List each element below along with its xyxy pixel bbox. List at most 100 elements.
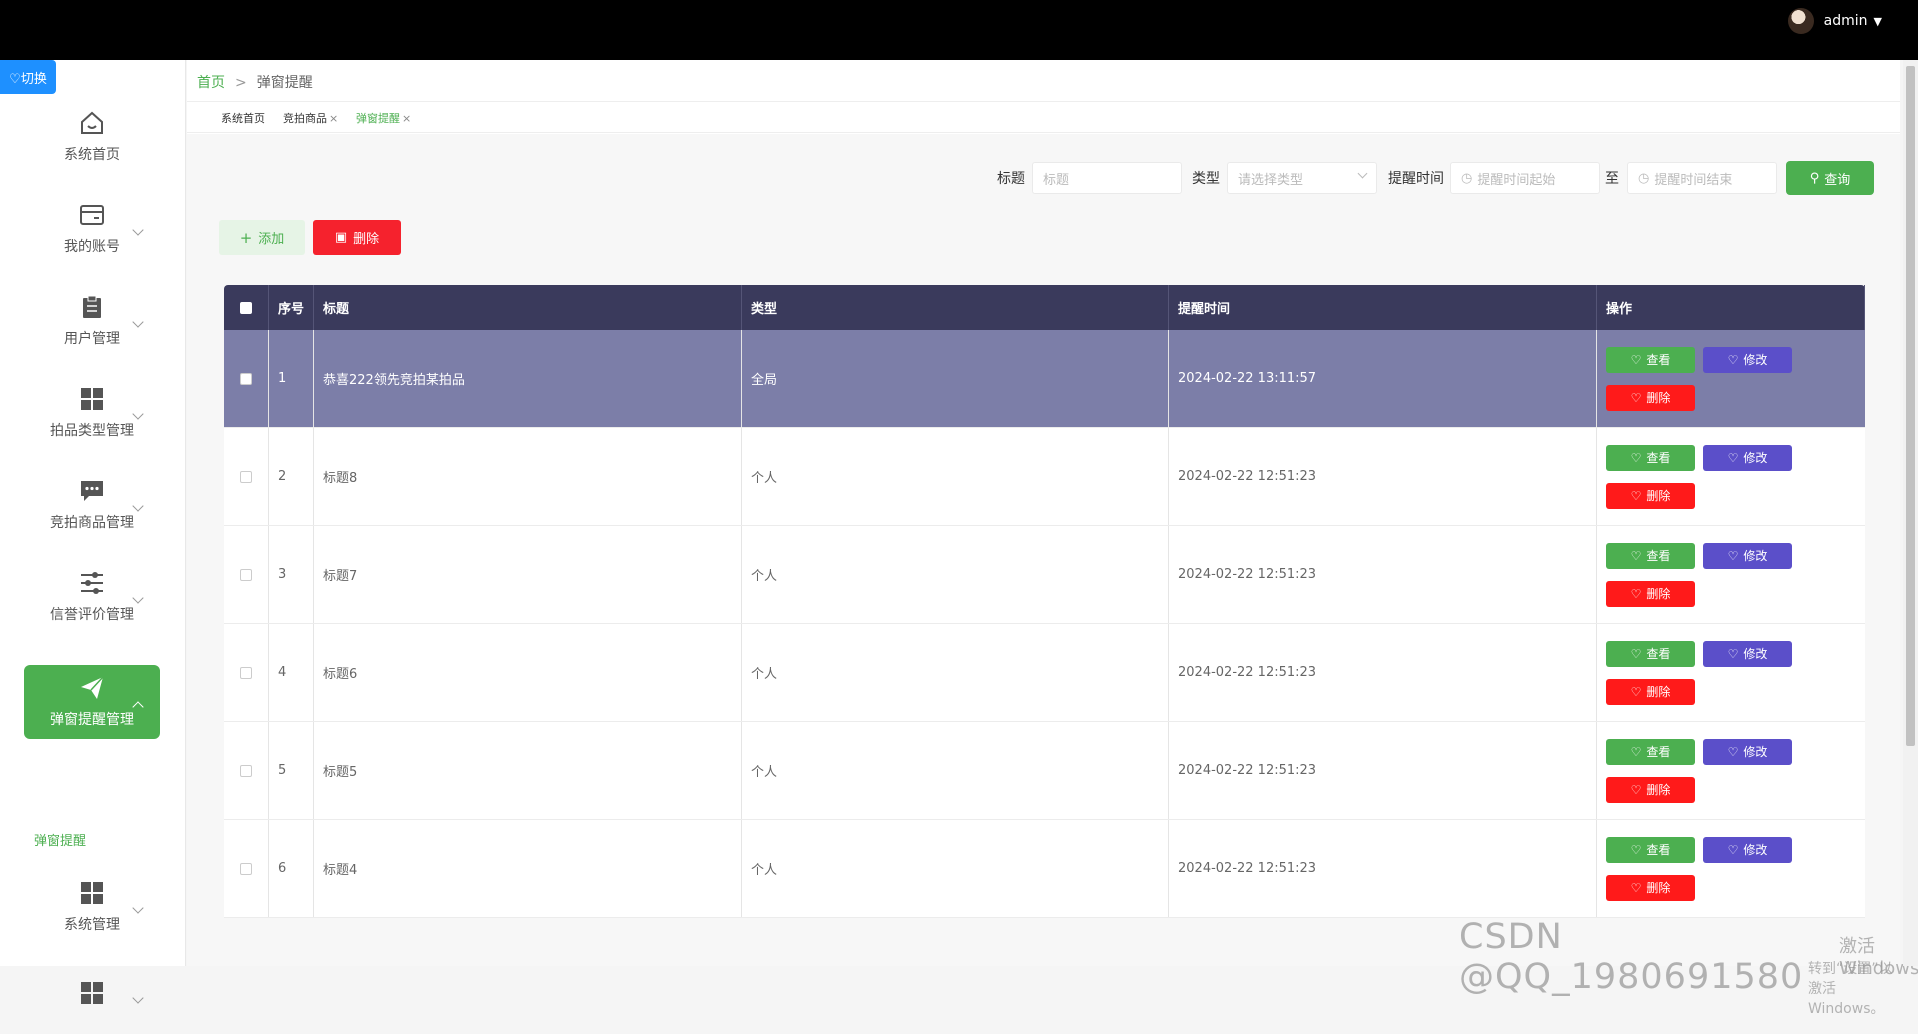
view-button[interactable]: ♡ 查看 <box>1606 738 1695 765</box>
row-checkbox[interactable] <box>240 470 252 483</box>
heart-icon: ♡ <box>1727 450 1739 465</box>
clock-icon: ◷ <box>1638 170 1650 186</box>
cell-title: 标题7 <box>314 526 742 623</box>
delete-button[interactable]: ♡ 删除 <box>1606 776 1695 803</box>
clipboard-icon <box>79 294 105 320</box>
edit-label: 修改 <box>1743 647 1768 661</box>
view-button[interactable]: ♡ 查看 <box>1606 542 1695 569</box>
chevron-down-icon <box>132 902 144 914</box>
data-table: 序号 标题 类型 提醒时间 操作 1 恭喜222领先竞拍某拍品 全局 2024-02-… <box>224 285 1865 918</box>
delete-label: 删除 <box>1646 783 1671 797</box>
sidebar-item-lot-types[interactable]: 拍品类型管理 <box>24 376 160 450</box>
table-row[interactable]: 2 标题8 个人 2024-02-22 12:51:23 ♡ 查看 ♡ 修改 ♡ 删除 <box>224 428 1865 526</box>
close-icon[interactable]: × <box>402 112 411 125</box>
delete-button[interactable]: ♡ 删除 <box>1606 678 1695 705</box>
top-bar: admin ▼ <box>0 0 1918 60</box>
breadcrumb-separator: > <box>235 75 247 91</box>
row-checkbox[interactable] <box>240 666 252 679</box>
table-row[interactable]: 4 标题6 个人 2024-02-22 12:51:23 ♡ 查看 ♡ 修改 ♡ 删除 <box>224 624 1865 722</box>
close-icon[interactable]: × <box>329 112 338 125</box>
home-icon <box>79 110 105 136</box>
select-all-checkbox[interactable] <box>240 301 252 314</box>
row-checkbox[interactable] <box>240 372 252 385</box>
view-button[interactable]: ♡ 查看 <box>1606 346 1695 373</box>
type-select[interactable]: 请选择类型 <box>1227 162 1377 194</box>
tab-home[interactable]: 系统首页 <box>221 110 265 126</box>
edit-button[interactable]: ♡ 修改 <box>1703 738 1792 765</box>
delete-button[interactable]: ♡ 删除 <box>1606 384 1695 411</box>
query-button[interactable]: ⚲ 查询 <box>1786 161 1874 195</box>
delete-button[interactable]: ♡ 删除 <box>1606 874 1695 901</box>
table-row[interactable]: 5 标题5 个人 2024-02-22 12:51:23 ♡ 查看 ♡ 修改 ♡ 删除 <box>224 722 1865 820</box>
sidebar-item-popup-reminder[interactable]: 弹窗提醒管理 <box>24 665 160 739</box>
sidebar: 系统首页 我的账号 用户管理 拍品类型管理 竞拍商品管理 信誉评价管理 弹窗提醒… <box>0 60 186 1004</box>
time-start-input[interactable]: ◷ 提醒时间起始 <box>1450 162 1600 194</box>
row-select-cell <box>224 428 269 525</box>
sidebar-item-label: 信誉评价管理 <box>50 607 134 623</box>
select-all-cell <box>224 285 269 330</box>
heart-icon: ♡ <box>1630 548 1642 563</box>
sidebar-item-account[interactable]: 我的账号 <box>24 192 160 266</box>
edit-button[interactable]: ♡ 修改 <box>1703 346 1792 373</box>
cell-no: 3 <box>269 526 314 623</box>
row-checkbox[interactable] <box>240 568 252 581</box>
cell-title: 标题8 <box>314 428 742 525</box>
caret-down-icon: ▼ <box>1873 14 1882 28</box>
row-checkbox[interactable] <box>240 862 252 875</box>
edit-label: 修改 <box>1743 549 1768 563</box>
sidebar-item-users[interactable]: 用户管理 <box>24 284 160 358</box>
cell-ops: ♡ 查看 ♡ 修改 ♡ 删除 <box>1597 624 1865 721</box>
column-header: 类型 <box>742 285 1169 330</box>
cell-title: 标题4 <box>314 820 742 917</box>
cell-ops: ♡ 查看 ♡ 修改 ♡ 删除 <box>1597 820 1865 917</box>
sidebar-subitem-popup-reminder[interactable]: 弹窗提醒 <box>34 830 86 849</box>
sidebar-item-more[interactable] <box>24 960 160 1034</box>
cell-title: 标题6 <box>314 624 742 721</box>
time-end-input[interactable]: ◷ 提醒时间结束 <box>1627 162 1777 194</box>
cell-no: 4 <box>269 624 314 721</box>
edit-button[interactable]: ♡ 修改 <box>1703 640 1792 667</box>
heart-icon: ♡ <box>1630 450 1642 465</box>
tab-auction-goods[interactable]: 竞拍商品 × <box>283 110 338 126</box>
wallet-icon <box>79 202 105 228</box>
title-input[interactable]: 标题 <box>1032 162 1182 194</box>
switch-button[interactable]: ♡切换 <box>0 60 56 94</box>
batch-delete-button[interactable]: ▣ 删除 <box>313 220 401 255</box>
heart-icon: ♡ <box>1630 646 1642 661</box>
tab-popup-reminder[interactable]: 弹窗提醒 × <box>356 110 411 126</box>
sidebar-item-reputation[interactable]: 信誉评价管理 <box>24 560 160 634</box>
scrollbar[interactable] <box>1903 60 1918 966</box>
cell-type: 个人 <box>742 722 1169 819</box>
add-button[interactable]: + 添加 <box>219 220 305 255</box>
sidebar-item-home[interactable]: 系统首页 <box>24 100 160 174</box>
sidebar-item-label: 弹窗提醒管理 <box>50 712 134 728</box>
table-row[interactable]: 3 标题7 个人 2024-02-22 12:51:23 ♡ 查看 ♡ 修改 ♡ 删除 <box>224 526 1865 624</box>
row-select-cell <box>224 624 269 721</box>
scrollbar-thumb[interactable] <box>1906 66 1915 746</box>
cell-type: 全局 <box>742 330 1169 427</box>
breadcrumb-home[interactable]: 首页 <box>197 75 225 91</box>
edit-button[interactable]: ♡ 修改 <box>1703 542 1792 569</box>
view-button[interactable]: ♡ 查看 <box>1606 640 1695 667</box>
tab-label: 竞拍商品 <box>283 112 327 125</box>
heart-icon: ♡ <box>1630 782 1642 797</box>
view-button[interactable]: ♡ 查看 <box>1606 836 1695 863</box>
table-row[interactable]: 1 恭喜222领先竞拍某拍品 全局 2024-02-22 13:11:57 ♡ 查看 ♡ 修改… <box>224 330 1865 428</box>
row-checkbox[interactable] <box>240 764 252 777</box>
delete-button[interactable]: ♡ 删除 <box>1606 482 1695 509</box>
cell-time: 2024-02-22 12:51:23 <box>1169 526 1597 623</box>
cell-no: 5 <box>269 722 314 819</box>
type-label: 类型 <box>1192 171 1220 187</box>
cell-no: 6 <box>269 820 314 917</box>
sidebar-item-auction-goods[interactable]: 竞拍商品管理 <box>24 468 160 542</box>
edit-button[interactable]: ♡ 修改 <box>1703 836 1792 863</box>
view-button[interactable]: ♡ 查看 <box>1606 444 1695 471</box>
user-menu[interactable]: admin ▼ <box>1787 8 1882 34</box>
sidebar-item-system[interactable]: 系统管理 <box>24 870 160 944</box>
chevron-up-icon <box>132 701 144 713</box>
column-header: 提醒时间 <box>1169 285 1597 330</box>
breadcrumb-current: 弹窗提醒 <box>256 75 313 91</box>
edit-button[interactable]: ♡ 修改 <box>1703 444 1792 471</box>
table-row[interactable]: 6 标题4 个人 2024-02-22 12:51:23 ♡ 查看 ♡ 修改 ♡ 删除 <box>224 820 1865 918</box>
delete-button[interactable]: ♡ 删除 <box>1606 580 1695 607</box>
